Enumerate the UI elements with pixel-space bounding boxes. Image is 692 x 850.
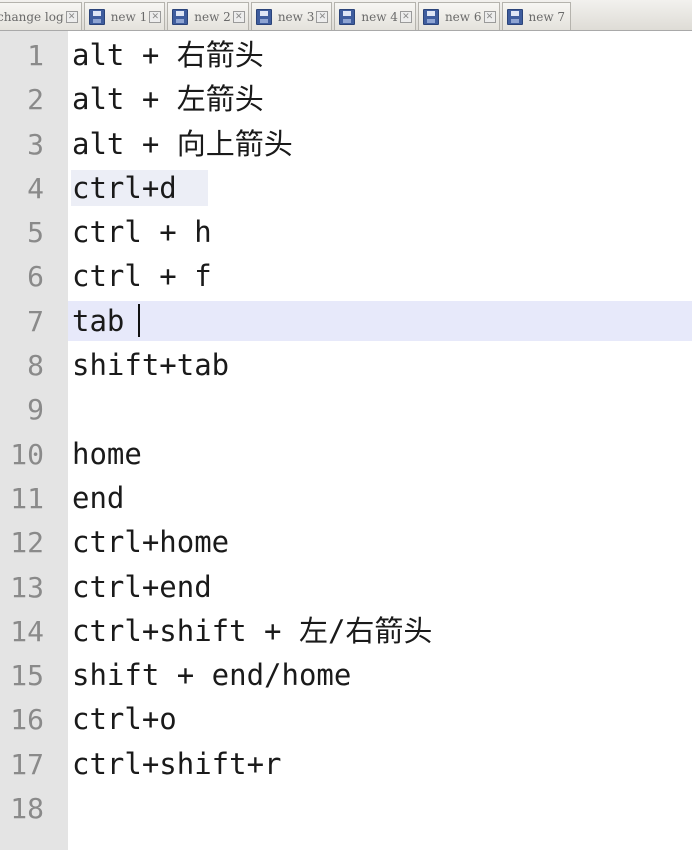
text-editor[interactable]: 1 alt + 右箭头 2 alt + 左箭头 3 alt + 向上箭头 4 c… bbox=[0, 31, 692, 850]
line-text[interactable]: shift + end/home bbox=[72, 658, 351, 692]
editor-line[interactable]: 5 ctrl + h bbox=[0, 210, 692, 254]
line-number: 8 bbox=[27, 349, 44, 383]
line-number: 7 bbox=[27, 304, 44, 338]
editor-line[interactable]: 17 ctrl+shift+r bbox=[0, 742, 692, 786]
editor-line[interactable]: 11 end bbox=[0, 476, 692, 520]
line-text[interactable]: home bbox=[72, 437, 142, 471]
tab-label: new 2 bbox=[194, 9, 231, 24]
save-disk-icon bbox=[172, 8, 189, 25]
tab-label: new 6 bbox=[444, 9, 482, 24]
line-number: 15 bbox=[10, 659, 44, 693]
current-line-highlight bbox=[68, 300, 692, 341]
line-number: 1 bbox=[27, 39, 44, 72]
text-caret bbox=[138, 303, 140, 337]
line-number: 2 bbox=[27, 83, 44, 117]
line-text[interactable]: ctrl+end bbox=[72, 570, 212, 604]
editor-line[interactable]: 12 ctrl+home bbox=[0, 520, 692, 564]
line-text[interactable]: ctrl+d bbox=[72, 171, 177, 205]
tab-new-4[interactable]: new 4 ✕ bbox=[334, 2, 416, 30]
line-number: 12 bbox=[10, 526, 44, 560]
editor-line[interactable]: 16 ctrl+o bbox=[0, 697, 692, 741]
line-number: 11 bbox=[10, 481, 44, 515]
line-number: 16 bbox=[10, 703, 44, 737]
save-disk-icon bbox=[422, 8, 439, 25]
tab-label: change log bbox=[0, 9, 64, 24]
line-text[interactable]: ctrl+home bbox=[72, 525, 229, 559]
line-text[interactable]: ctrl+o bbox=[72, 702, 177, 736]
line-number: 9 bbox=[27, 393, 44, 427]
line-text[interactable]: end bbox=[72, 481, 124, 515]
line-text[interactable]: alt + 右箭头 bbox=[72, 38, 264, 72]
tab-new-2[interactable]: new 2 ✕ bbox=[167, 2, 249, 30]
tab-new-7[interactable]: new 7 bbox=[501, 2, 572, 30]
line-number: 3 bbox=[27, 127, 44, 161]
close-icon[interactable]: ✕ bbox=[232, 10, 245, 23]
line-text[interactable]: ctrl + h bbox=[72, 215, 212, 249]
editor-line[interactable]: 10 home bbox=[0, 432, 692, 476]
tab-label: new 1 bbox=[110, 9, 148, 24]
close-icon[interactable]: ✕ bbox=[65, 10, 78, 23]
line-text[interactable]: ctrl+shift + 左/右箭头 bbox=[72, 614, 432, 648]
line-number: 13 bbox=[10, 570, 44, 604]
editor-line[interactable]: 8 shift+tab bbox=[0, 343, 692, 387]
line-text[interactable]: tab bbox=[72, 304, 124, 338]
tab-new-1[interactable]: new 1 ✕ bbox=[83, 2, 166, 30]
close-icon[interactable]: ✕ bbox=[483, 10, 496, 23]
close-icon[interactable]: ✕ bbox=[316, 10, 329, 23]
editor-lines[interactable]: 1 alt + 右箭头 2 alt + 左箭头 3 alt + 向上箭头 4 c… bbox=[0, 33, 692, 830]
line-number: 18 bbox=[10, 792, 44, 826]
line-text[interactable]: alt + 向上箭头 bbox=[72, 127, 293, 161]
line-number: 4 bbox=[27, 171, 44, 205]
tab-label: new 4 bbox=[361, 9, 398, 24]
editor-line[interactable]: 1 alt + 右箭头 bbox=[0, 33, 692, 77]
save-disk-icon bbox=[88, 8, 105, 25]
line-number: 17 bbox=[10, 747, 44, 781]
editor-line[interactable]: 15 shift + end/home bbox=[0, 653, 692, 697]
line-text[interactable]: ctrl+shift+r bbox=[72, 747, 282, 781]
tab-change-log[interactable]: change log ✕ bbox=[0, 2, 82, 30]
editor-line[interactable]: 18 bbox=[0, 786, 692, 830]
line-number: 6 bbox=[27, 260, 44, 294]
line-number: 14 bbox=[10, 614, 44, 648]
tab-label: new 7 bbox=[528, 9, 566, 24]
editor-line[interactable]: 13 ctrl+end bbox=[0, 565, 692, 609]
editor-line[interactable]: 2 alt + 左箭头 bbox=[0, 77, 692, 121]
close-icon[interactable]: ✕ bbox=[399, 10, 412, 23]
tab-bar: change log ✕ new 1 ✕ new 2 ✕ new 3 ✕ new… bbox=[0, 0, 692, 31]
tab-new-3[interactable]: new 3 ✕ bbox=[250, 2, 333, 30]
editor-line[interactable]: 4 ctrl+d bbox=[0, 166, 692, 210]
editor-line[interactable]: 14 ctrl+shift + 左/右箭头 bbox=[0, 609, 692, 653]
line-number: 5 bbox=[27, 216, 44, 250]
editor-line[interactable]: 3 alt + 向上箭头 bbox=[0, 122, 692, 166]
save-disk-icon bbox=[255, 8, 272, 25]
close-icon[interactable]: ✕ bbox=[149, 10, 162, 23]
tab-new-6[interactable]: new 6 ✕ bbox=[417, 2, 500, 30]
tab-label: new 3 bbox=[277, 9, 315, 24]
save-disk-icon bbox=[339, 8, 356, 25]
save-disk-icon bbox=[506, 8, 523, 25]
editor-line-current[interactable]: 7 tab bbox=[0, 299, 692, 343]
editor-line[interactable]: 6 ctrl + f bbox=[0, 254, 692, 298]
line-text[interactable]: shift+tab bbox=[72, 348, 229, 382]
line-number: 10 bbox=[10, 437, 44, 471]
line-text[interactable]: ctrl + f bbox=[72, 259, 212, 293]
line-text[interactable]: alt + 左箭头 bbox=[72, 82, 264, 116]
editor-line[interactable]: 9 bbox=[0, 387, 692, 431]
